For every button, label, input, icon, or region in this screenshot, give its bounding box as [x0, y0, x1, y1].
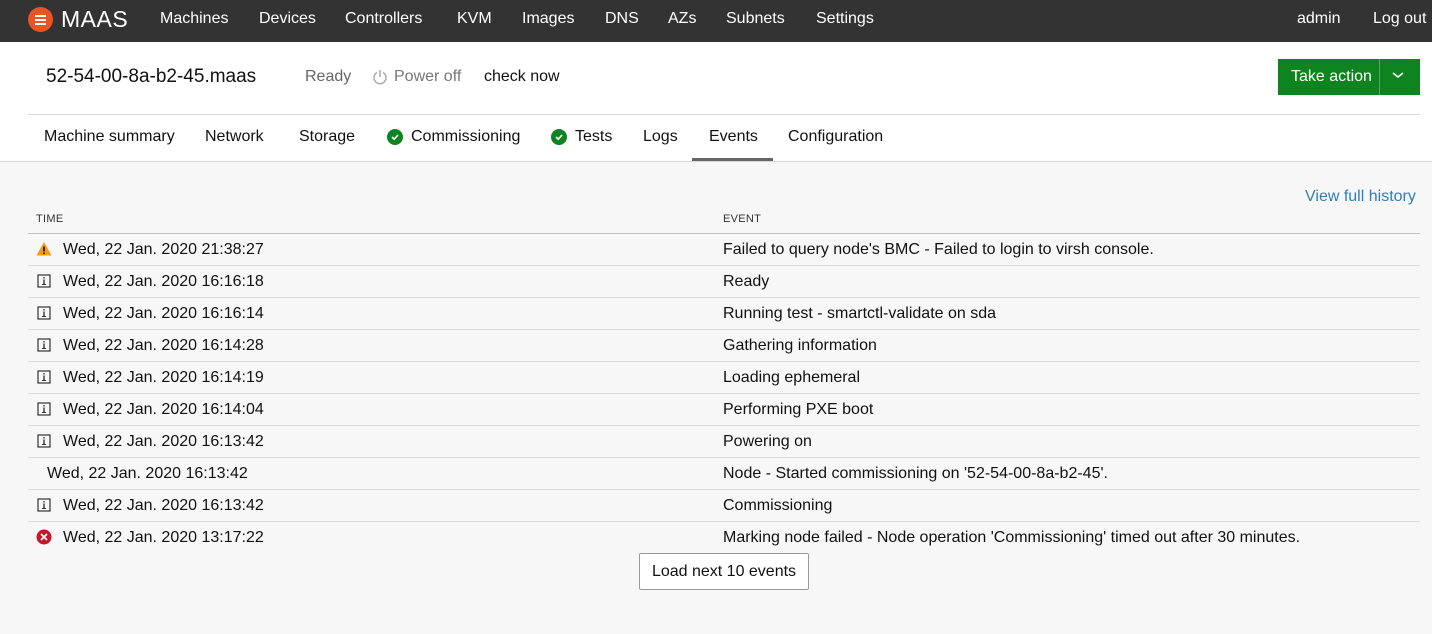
table-row: Wed, 22 Jan. 2020 21:38:27 Failed to quer… [28, 234, 1420, 266]
machine-status: Ready [305, 68, 352, 85]
header-divider [28, 114, 1420, 115]
table-row: Wed, 22 Jan. 2020 13:17:22 Marking node f… [28, 522, 1420, 554]
tab-label: Machine summary [44, 128, 175, 145]
event-description: Marking node failed - Node operation 'Co… [723, 529, 1301, 546]
event-description: Loading ephemeral [723, 369, 860, 386]
maas-logo-icon [28, 7, 53, 32]
active-tab-indicator [692, 158, 773, 161]
nav-logout[interactable]: Log out [1373, 10, 1426, 28]
machine-header: 52-54-00-8a-b2-45.maas Ready Power off c… [0, 42, 1432, 162]
table-row: Wed, 22 Jan. 2020 16:14:19 Loading epheme… [28, 362, 1420, 394]
nav-kvm[interactable]: KVM [457, 10, 492, 28]
info-icon [36, 401, 52, 417]
event-time: Wed, 22 Jan. 2020 16:13:42 [63, 433, 264, 450]
warning-icon [36, 241, 52, 257]
event-time: Wed, 22 Jan. 2020 16:14:19 [63, 369, 264, 386]
error-icon [36, 529, 52, 545]
take-action-divider [1379, 59, 1380, 95]
table-row: Wed, 22 Jan. 2020 16:16:18 Ready [28, 266, 1420, 298]
event-description: Ready [723, 273, 770, 290]
event-time: Wed, 22 Jan. 2020 16:16:14 [63, 305, 264, 322]
events-table: TIME EVENT Wed, 22 Jan. 2020 21:38:27 Fai… [28, 202, 1420, 554]
event-description: Powering on [723, 433, 812, 450]
column-header-event: EVENT [723, 213, 762, 225]
power-icon [373, 70, 387, 85]
tab-label: Configuration [788, 128, 884, 145]
check-now-link[interactable]: check now [484, 68, 560, 86]
event-time: Wed, 22 Jan. 2020 16:13:42 [47, 465, 248, 482]
tab-label: Events [709, 128, 758, 145]
tab-label: Storage [299, 128, 356, 145]
event-description: Running test - smartctl-validate on sda [723, 305, 997, 322]
info-icon [36, 369, 52, 385]
top-nav: MAAS Machines Devices Controllers KVM Im… [0, 0, 1432, 42]
event-time: Wed, 22 Jan. 2020 16:16:18 [63, 273, 264, 290]
table-row: Wed, 22 Jan. 2020 16:14:28 Gathering info… [28, 330, 1420, 362]
tab-machine-summary[interactable]: Machine summary [44, 128, 175, 146]
info-icon [36, 305, 52, 321]
info-icon [36, 337, 52, 353]
event-time: Wed, 22 Jan. 2020 16:14:28 [63, 337, 264, 354]
table-row: Wed, 22 Jan. 2020 16:13:42 Node - Started… [28, 458, 1420, 490]
tab-label: Logs [643, 128, 678, 145]
tab-configuration[interactable]: Configuration [788, 128, 883, 146]
table-row: Wed, 22 Jan. 2020 16:14:04 Performing PXE… [28, 394, 1420, 426]
nav-dns[interactable]: DNS [605, 10, 639, 28]
tab-network[interactable]: Network [205, 128, 264, 146]
nav-devices[interactable]: Devices [259, 10, 316, 28]
success-icon [387, 129, 403, 145]
machine-hostname: 52-54-00-8a-b2-45.maas [46, 66, 257, 87]
event-time: Wed, 22 Jan. 2020 16:14:04 [63, 401, 264, 418]
column-header-time: TIME [36, 213, 64, 225]
nav-machines[interactable]: Machines [160, 10, 228, 28]
event-description: Commissioning [723, 497, 833, 514]
tab-logs[interactable]: Logs [643, 128, 678, 146]
table-body: Wed, 22 Jan. 2020 21:38:27 Failed to quer… [28, 234, 1420, 554]
table-header: TIME EVENT [28, 202, 1420, 234]
event-time: Wed, 22 Jan. 2020 21:38:27 [63, 241, 264, 258]
tab-commissioning[interactable]: Commissioning [387, 128, 520, 146]
nav-azs[interactable]: AZs [668, 10, 696, 28]
maas-logo[interactable]: MAAS [28, 6, 128, 33]
event-description: Failed to query node's BMC - Failed to l… [723, 241, 1154, 258]
info-icon [36, 433, 52, 449]
brand-name: MAAS [61, 6, 129, 32]
success-icon [551, 129, 567, 145]
tab-label: Tests [575, 128, 613, 145]
tab-label: Network [205, 128, 264, 145]
tab-label: Commissioning [411, 128, 521, 145]
power-label: Power off [394, 68, 462, 85]
event-time: Wed, 22 Jan. 2020 16:13:42 [63, 497, 264, 514]
table-row: Wed, 22 Jan. 2020 16:16:14 Running test -… [28, 298, 1420, 330]
nav-images[interactable]: Images [522, 10, 574, 28]
take-action-button[interactable]: Take action [1278, 59, 1420, 95]
nav-controllers[interactable]: Controllers [345, 10, 422, 28]
event-time: Wed, 22 Jan. 2020 13:17:22 [63, 529, 264, 546]
take-action-label: Take action [1291, 68, 1372, 85]
nav-subnets[interactable]: Subnets [726, 10, 785, 28]
event-description: Performing PXE boot [723, 401, 874, 418]
chevron-down-icon [1392, 72, 1404, 79]
nav-settings[interactable]: Settings [816, 10, 874, 28]
table-row: Wed, 22 Jan. 2020 16:13:42 Powering on [28, 426, 1420, 458]
nav-user[interactable]: admin [1297, 10, 1341, 28]
info-icon [36, 273, 52, 289]
table-row: Wed, 22 Jan. 2020 16:13:42 Commissioning [28, 490, 1420, 522]
event-description: Node - Started commissioning on '52-54-0… [723, 465, 1108, 482]
event-description: Gathering information [723, 337, 877, 354]
tab-tests[interactable]: Tests [551, 128, 612, 146]
tab-events[interactable]: Events [709, 128, 758, 146]
info-icon [36, 497, 52, 513]
power-status: Power off [372, 68, 461, 86]
tab-storage[interactable]: Storage [299, 128, 355, 146]
load-more-button[interactable]: Load next 10 events [639, 553, 809, 590]
